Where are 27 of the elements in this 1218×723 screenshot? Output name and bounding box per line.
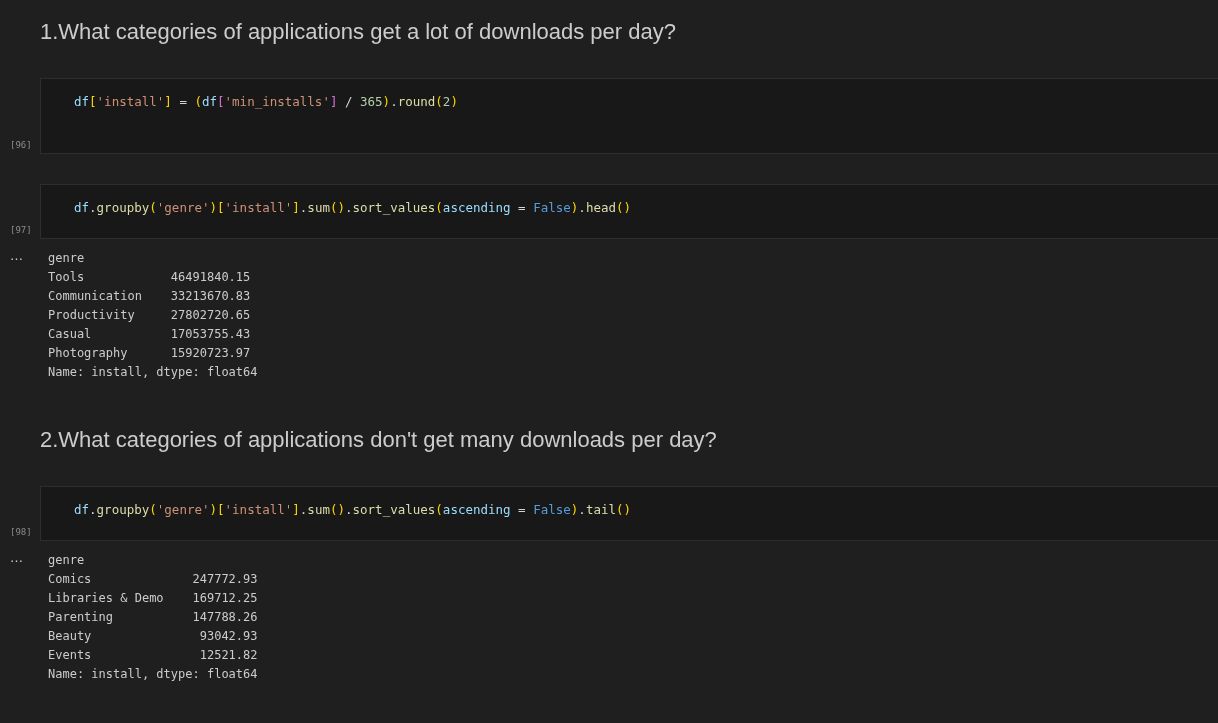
- output-line: Photography 15920723.97: [48, 345, 252, 362]
- output-line: Name: install, dtype: float64: [48, 364, 258, 381]
- markdown-heading: 2.What categories of applications don't get many downloads per day?: [40, 426, 718, 454]
- code-line: df['install'] = (df['min_installs'] / 365).round(2): [74, 93, 458, 110]
- output-line: Communication 33213670.83: [48, 288, 252, 305]
- output-line: genre: [48, 250, 86, 267]
- markdown-heading: 1.What categories of applications get a lot of downloads per day?: [40, 18, 677, 46]
- output-line: Name: install, dtype: float64: [48, 666, 258, 683]
- output-line: Casual 17053755.43: [48, 326, 252, 343]
- execution-count: [98]: [9, 527, 33, 539]
- code-cell[interactable]: df['install'] = (df['min_installs'] / 365).round(2): [40, 78, 1218, 154]
- output-line: Parenting 147788.26: [48, 609, 258, 626]
- output-line: Libraries & Demo 169712.25: [48, 590, 258, 607]
- more-actions-icon[interactable]: …: [0, 551, 48, 565]
- execution-count: [97]: [9, 225, 33, 237]
- more-actions-icon[interactable]: …: [0, 249, 48, 263]
- output-line: Events 12521.82: [48, 647, 258, 664]
- output-line: Tools 46491840.15: [48, 269, 252, 286]
- code-line: df.groupby('genre')['install'].sum().sort_values(ascending = False).head(): [74, 199, 632, 216]
- output-line: Beauty 93042.93: [48, 628, 258, 645]
- output-line: Productivity 27802720.65: [48, 307, 252, 324]
- code-cell[interactable]: df.groupby('genre')['install'].sum().sort_values(ascending = False).tail(): [40, 486, 1218, 541]
- code-line: df.groupby('genre')['install'].sum().sort_values(ascending = False).tail(): [74, 501, 632, 518]
- code-cell[interactable]: df.groupby('genre')['install'].sum().sort_values(ascending = False).head(): [40, 184, 1218, 239]
- execution-count: [96]: [9, 140, 33, 152]
- output-line: Comics 247772.93: [48, 571, 258, 588]
- output-line: genre: [48, 552, 86, 569]
